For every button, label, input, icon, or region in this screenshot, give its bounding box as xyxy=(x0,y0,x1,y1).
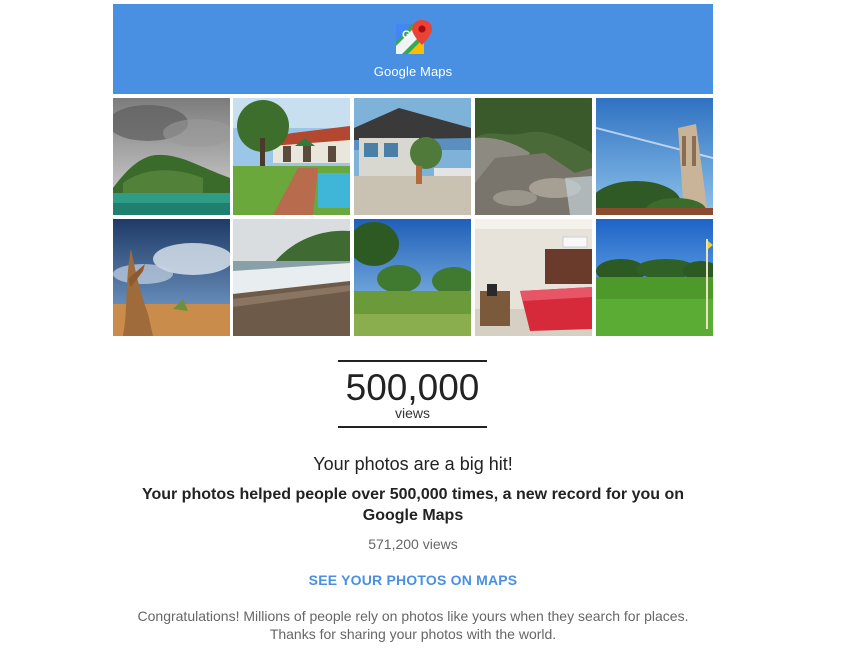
google-maps-pin-icon: G xyxy=(396,20,432,54)
email-page: G Google Maps 500,000 views Your photos … xyxy=(0,0,843,658)
body-message: Congratulations! Millions of people rely… xyxy=(113,607,713,643)
cloudy-island-photo[interactable] xyxy=(113,98,230,215)
body-line-2: Thanks for sharing your photos with the … xyxy=(269,626,557,642)
driftwood-sky-photo[interactable] xyxy=(113,219,230,336)
body-line-1: Congratulations! Millions of people rely… xyxy=(137,608,689,624)
rocky-stream-photo[interactable] xyxy=(475,98,592,215)
milestone-unit: views xyxy=(394,405,430,421)
brand-name: Google Maps xyxy=(373,64,453,79)
hotel-room-photo[interactable] xyxy=(475,219,592,336)
milestone-badge: 500,000 views xyxy=(338,360,487,428)
park-trees-photo[interactable] xyxy=(354,219,471,336)
golf-course-photo[interactable] xyxy=(596,219,713,336)
milestone-number: 500,000 xyxy=(345,367,480,408)
see-photos-link[interactable]: SEE YOUR PHOTOS ON MAPS xyxy=(113,572,713,588)
svg-text:G: G xyxy=(402,29,411,41)
headline: Your photos are a big hit! xyxy=(313,454,513,474)
clock-tower-photo[interactable] xyxy=(596,98,713,215)
beach-waves-photo[interactable] xyxy=(233,219,350,336)
subheading: Your photos helped people over 500,000 t… xyxy=(141,486,685,524)
villa-pool-photo[interactable] xyxy=(233,98,350,215)
guesthouse-terrace-photo[interactable] xyxy=(354,98,471,215)
total-views: 571,200 views xyxy=(368,536,458,552)
header-banner: G Google Maps xyxy=(113,4,713,94)
